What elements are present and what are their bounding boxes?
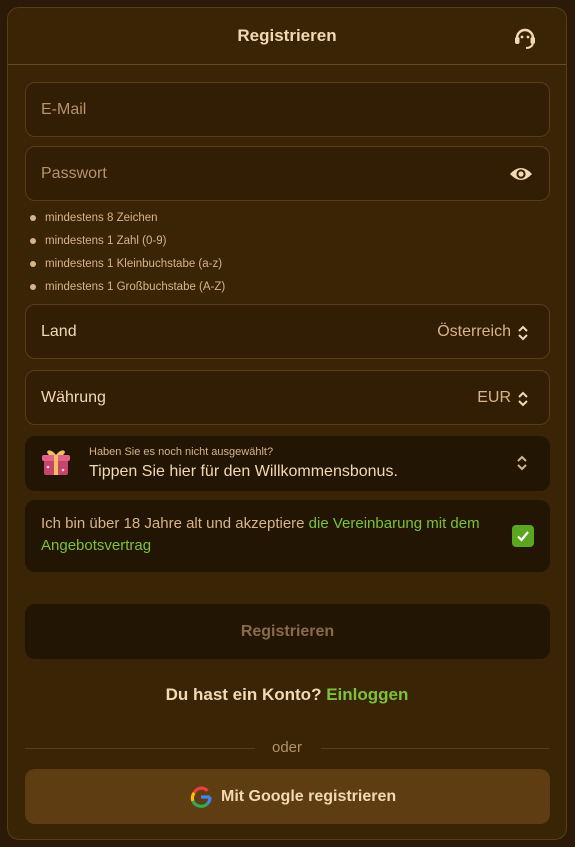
password-rule: mindestens 8 Zeichen (28, 211, 225, 234)
country-select[interactable]: Land Österreich (25, 304, 550, 359)
bonus-text: Tippen Sie hier für den Willkommensbonus… (89, 463, 398, 480)
register-button[interactable]: Registrieren (25, 604, 550, 659)
agreement-label: Ich bin über 18 Jahre alt und akzeptiere (41, 515, 309, 532)
divider-right (321, 748, 550, 749)
check-icon (517, 531, 529, 542)
login-question: Du hast ein Konto? (165, 685, 322, 704)
agreement-checkbox[interactable] (512, 525, 534, 547)
email-field[interactable]: E-Mail (25, 82, 550, 137)
chevron-updown-icon (517, 455, 527, 471)
agreement-text: Ich bin über 18 Jahre alt und akzeptiere… (41, 513, 511, 557)
password-rule: mindestens 1 Großbuchstabe (A-Z) (28, 280, 225, 303)
login-link[interactable]: Einloggen (326, 685, 408, 704)
email-placeholder: E-Mail (41, 101, 87, 118)
password-rule: mindestens 1 Kleinbuchstabe (a-z) (28, 257, 225, 280)
header: Registrieren (8, 8, 566, 65)
country-value: Österreich (437, 323, 511, 340)
login-prompt: Du hast ein Konto? Einloggen (8, 685, 566, 705)
welcome-bonus-selector[interactable]: Haben Sie es noch nicht ausgewählt? Tipp… (25, 436, 550, 491)
currency-label: Währung (41, 389, 106, 406)
age-agreement: Ich bin über 18 Jahre alt und akzeptiere… (25, 500, 550, 572)
google-icon (190, 786, 212, 808)
google-register-button[interactable]: Mit Google registrieren (25, 769, 550, 824)
headset-icon[interactable] (512, 24, 538, 50)
currency-select[interactable]: Währung EUR (25, 370, 550, 425)
password-rules: mindestens 8 Zeichen mindestens 1 Zahl (… (28, 211, 225, 303)
country-label: Land (41, 323, 77, 340)
registration-panel: Registrieren E-Mail Passwort mindestens … (7, 7, 567, 840)
gift-icon (42, 450, 70, 475)
password-field[interactable]: Passwort (25, 146, 550, 201)
chevron-updown-icon (518, 325, 528, 341)
bonus-hint: Haben Sie es noch nicht ausgewählt? (89, 446, 274, 458)
chevron-updown-icon (518, 391, 528, 407)
currency-value: EUR (477, 389, 511, 406)
password-placeholder: Passwort (41, 165, 107, 182)
eye-icon[interactable] (509, 165, 533, 183)
page-title: Registrieren (237, 26, 337, 45)
google-button-label: Mit Google registrieren (221, 788, 397, 805)
password-rule: mindestens 1 Zahl (0-9) (28, 234, 225, 257)
